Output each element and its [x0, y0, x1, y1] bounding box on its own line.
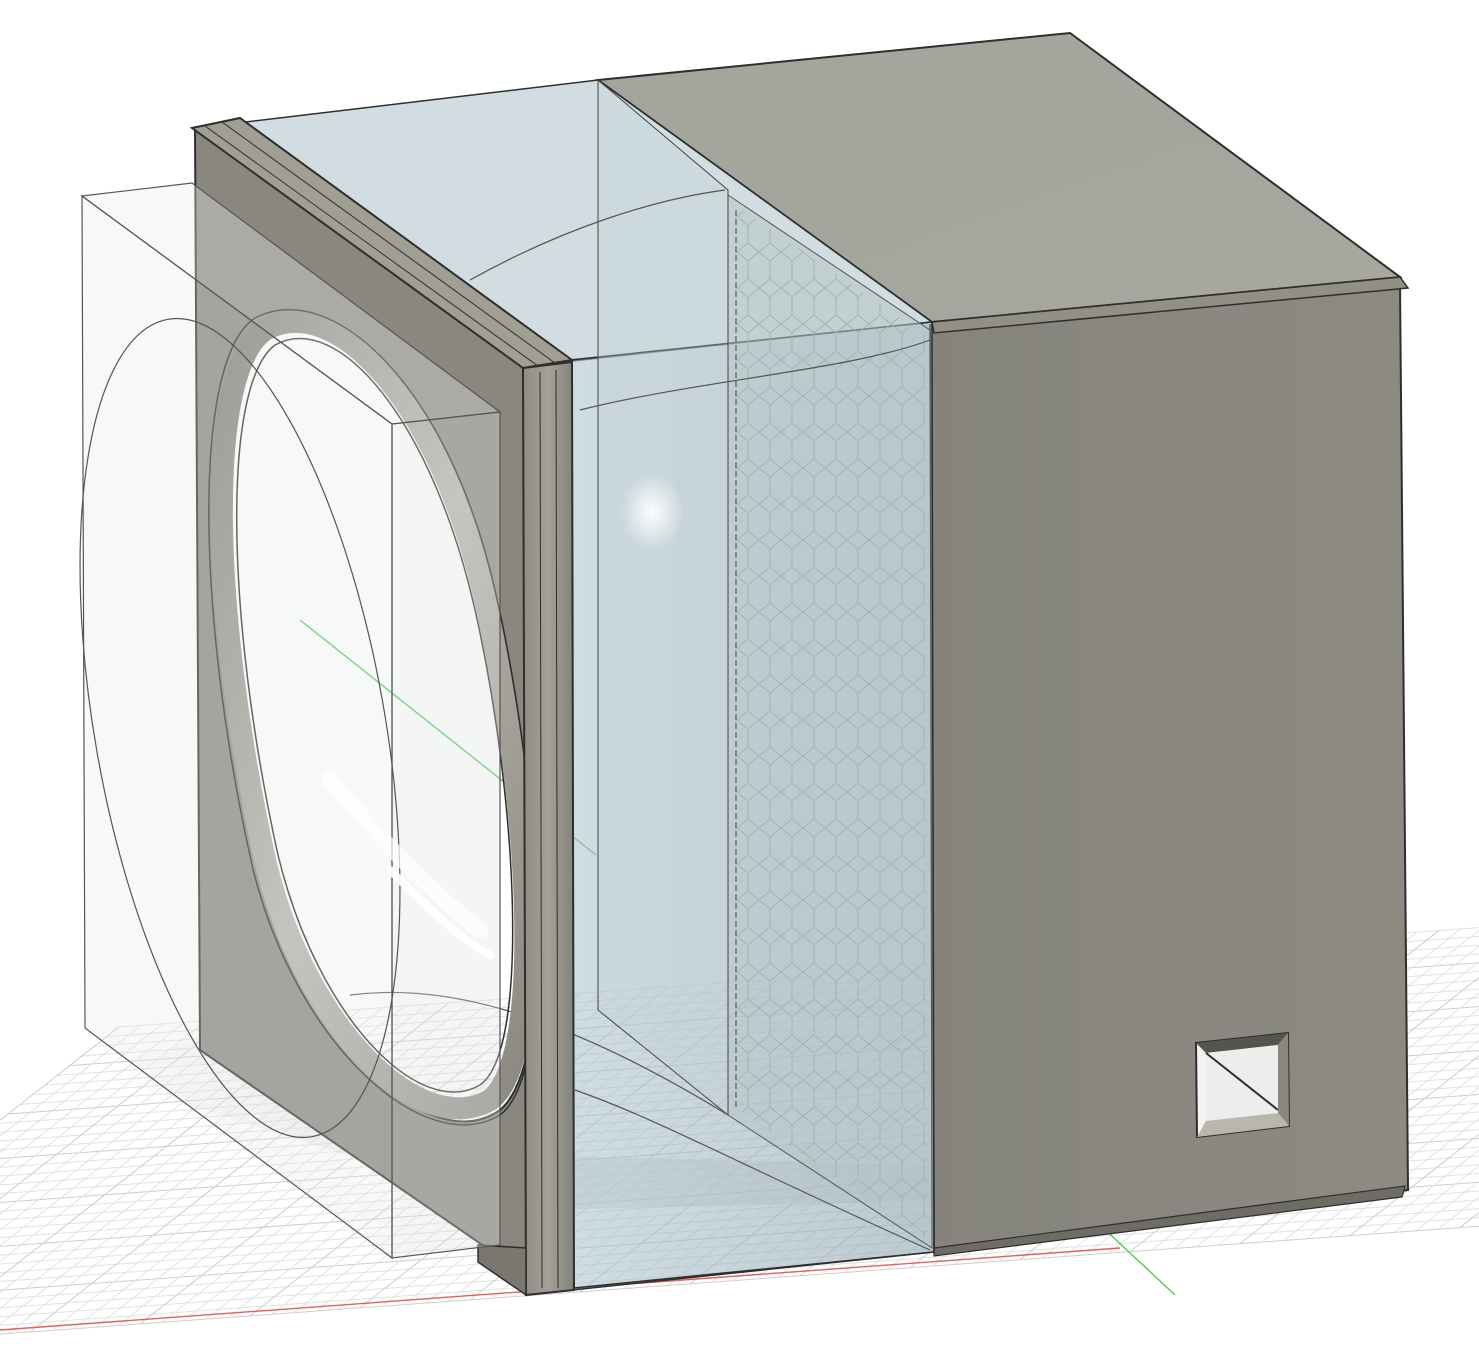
inner-glass-plate [597, 78, 729, 1117]
y-axis-line-front [1099, 1224, 1176, 1296]
cad-3d-viewport[interactable] [0, 0, 1479, 1361]
model-scene[interactable] [0, 0, 1479, 1361]
grid-line [1437, 1196, 1479, 1230]
housing-side-face[interactable] [928, 281, 1410, 1254]
hex-mesh-pattern [735, 205, 927, 1240]
front-frame-post[interactable] [521, 360, 576, 1297]
square-port-icon[interactable] [1194, 1031, 1291, 1139]
glass-glare [620, 472, 684, 552]
